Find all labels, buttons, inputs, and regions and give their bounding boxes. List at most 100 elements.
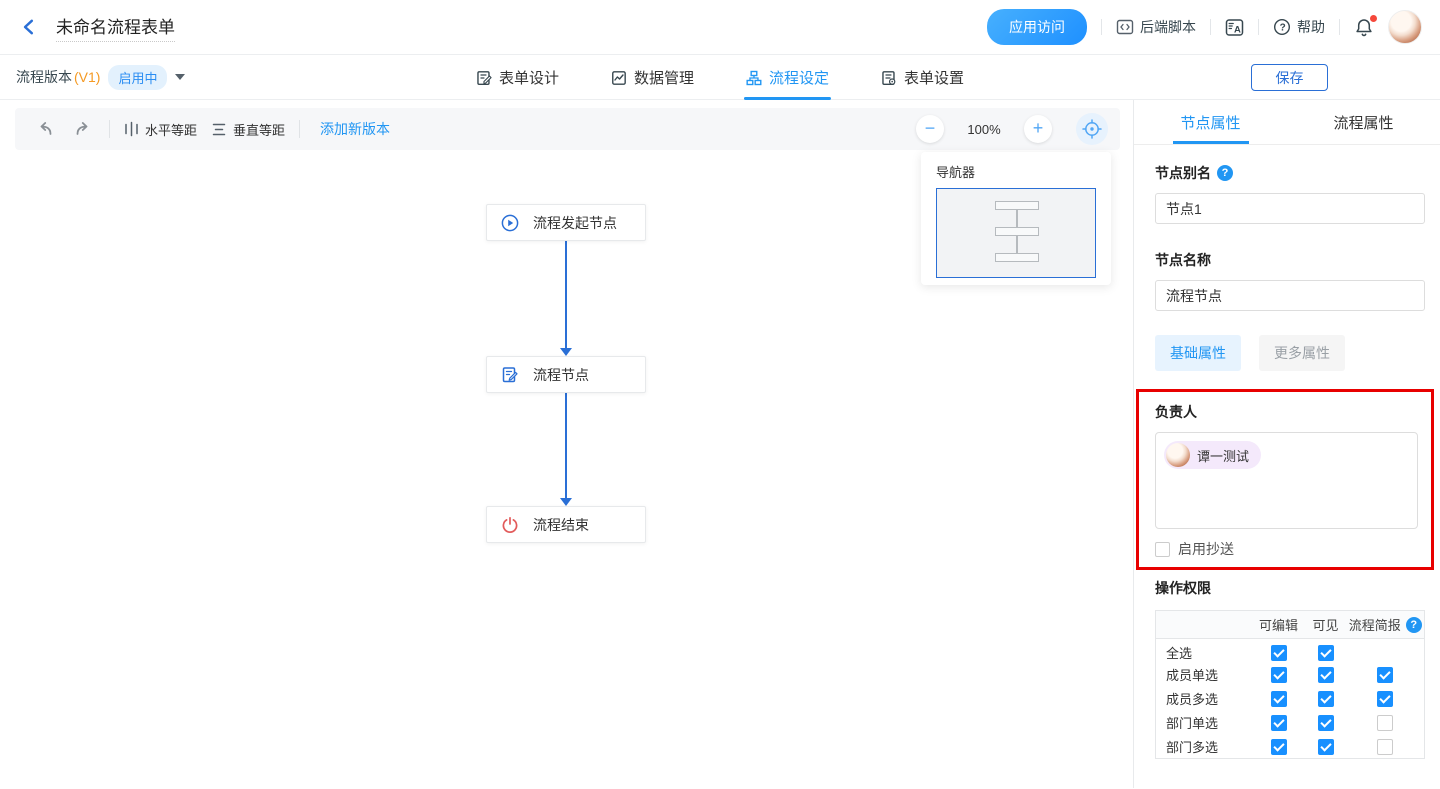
owner-name: 谭一测试 [1197,446,1249,465]
node-label: 流程节点 [533,365,589,385]
horizontal-spacing-icon [124,121,139,137]
owner-chip[interactable]: 谭一测试 [1164,441,1261,469]
permissions-table: 可编辑 可见 流程简报 ? 全选成员单选成员多选部门单选部门多选 [1155,610,1425,759]
basic-attrs-button[interactable]: 基础属性 [1155,335,1241,371]
flow-edge-arrowhead [560,498,572,506]
flow-edge-arrowhead [560,348,572,356]
permission-row-label: 成员多选 [1156,687,1253,711]
app-access-button[interactable]: 应用访问 [987,9,1087,45]
flow-edge [565,241,567,348]
permission-row-label: 全选 [1156,639,1253,663]
tab-node-properties[interactable]: 节点属性 [1134,100,1287,144]
flow-edge [565,393,567,498]
permission-row: 成员单选 [1156,663,1425,687]
tab-form-settings[interactable]: 表单设置 [881,55,964,100]
owner-label: 负责人 [1155,402,1418,422]
node-label: 流程结束 [533,515,589,535]
divider [1339,19,1340,35]
node-flow-step[interactable]: 流程节点 [486,356,646,393]
checkbox-checked[interactable] [1318,645,1334,661]
node-alias-label: 节点别名 ? [1155,163,1425,183]
tab-label: 流程设定 [769,67,829,88]
sub-header: 流程版本 (V1) 启用中 表单设计 数据管理 流程设定 表单设置 保存 [0,55,1440,100]
language-icon: A [1225,18,1244,37]
tab-flow-setting[interactable]: 流程设定 [746,55,829,100]
navigator-minimap[interactable] [936,188,1096,278]
checkbox-checked[interactable] [1318,739,1334,755]
checkbox-checked[interactable] [1271,645,1287,661]
add-version-link[interactable]: 添加新版本 [320,119,390,139]
redo-button[interactable] [71,117,95,141]
field-label-text: 节点名称 [1155,250,1211,270]
backend-script-button[interactable]: 后端脚本 [1116,17,1196,37]
flow-setting-icon [746,70,762,86]
node-name-label: 节点名称 [1155,250,1425,270]
language-button[interactable]: A [1225,18,1244,37]
redo-icon [73,120,93,138]
version-dropdown-caret[interactable] [175,74,185,80]
checkbox-checked[interactable] [1318,667,1334,683]
save-button[interactable]: 保存 [1251,64,1328,91]
tab-label: 表单设置 [904,67,964,88]
divider [1258,19,1259,35]
undo-button[interactable] [33,117,57,141]
version-code: (V1) [74,69,100,85]
data-management-icon [611,70,627,86]
page-title[interactable]: 未命名流程表单 [56,13,175,42]
more-attrs-button[interactable]: 更多属性 [1259,335,1345,371]
code-icon [1116,18,1134,36]
user-avatar[interactable] [1388,10,1422,44]
tab-flow-properties[interactable]: 流程属性 [1287,100,1440,144]
permissions-table-body: 全选成员单选成员多选部门单选部门多选 [1156,639,1425,759]
top-header: 未命名流程表单 应用访问 后端脚本 A ? 帮助 [0,0,1440,55]
navigator-panel: 导航器 [921,152,1111,285]
navigator-title: 导航器 [936,162,1096,181]
main-tabs: 表单设计 数据管理 流程设定 表单设置 [476,55,964,100]
flow-canvas[interactable]: 水平等距 垂直等距 添加新版本 − 100% + 导航器 [0,100,1134,788]
checkbox-checked[interactable] [1271,739,1287,755]
help-button[interactable]: ? 帮助 [1273,17,1325,37]
owner-picker[interactable]: 谭一测试 [1155,432,1418,529]
checkbox-checked[interactable] [1271,691,1287,707]
tab-label: 表单设计 [499,67,559,88]
checkbox-checked[interactable] [1377,667,1393,683]
horizontal-spacing-button[interactable]: 水平等距 [124,120,197,139]
version-label: 流程版本 [16,67,72,87]
checkbox-unchecked[interactable] [1377,715,1393,731]
zoom-level: 100% [958,122,1010,137]
backend-script-label: 后端脚本 [1140,17,1196,37]
node-name-input[interactable] [1155,280,1425,311]
col-flow-brief-text: 流程简报 [1349,615,1401,634]
node-alias-input[interactable] [1155,193,1425,224]
help-badge-icon[interactable]: ? [1406,617,1422,633]
properties-panel: 节点属性 流程属性 节点别名 ? 节点名称 基础属性 更多属性 负责人 [1134,100,1440,788]
node-flow-start[interactable]: 流程发起节点 [486,204,646,241]
permissions-header-empty [1156,611,1253,639]
help-icon: ? [1273,18,1291,36]
permission-row-label: 部门单选 [1156,711,1253,735]
form-settings-icon [881,70,897,86]
owner-avatar [1166,443,1190,467]
divider [1210,19,1211,35]
node-flow-end[interactable]: 流程结束 [486,506,646,543]
svg-text:A: A [1234,24,1241,35]
fit-view-button[interactable] [1076,113,1108,145]
vertical-spacing-icon [211,122,227,137]
minimap-edge [1016,209,1018,227]
tab-form-design[interactable]: 表单设计 [476,55,559,100]
notifications-button[interactable] [1354,17,1374,38]
checkbox-checked[interactable] [1318,691,1334,707]
help-badge-icon[interactable]: ? [1217,165,1233,181]
zoom-in-button[interactable]: + [1024,115,1052,143]
checkbox-checked[interactable] [1271,667,1287,683]
checkbox-unchecked[interactable] [1377,739,1393,755]
divider [299,120,300,138]
vertical-spacing-button[interactable]: 垂直等距 [211,120,285,139]
zoom-out-button[interactable]: − [916,115,944,143]
checkbox-checked[interactable] [1318,715,1334,731]
tab-data-management[interactable]: 数据管理 [611,55,694,100]
back-button[interactable] [16,14,42,40]
enable-cc-checkbox[interactable] [1155,542,1170,557]
checkbox-checked[interactable] [1377,691,1393,707]
checkbox-checked[interactable] [1271,715,1287,731]
